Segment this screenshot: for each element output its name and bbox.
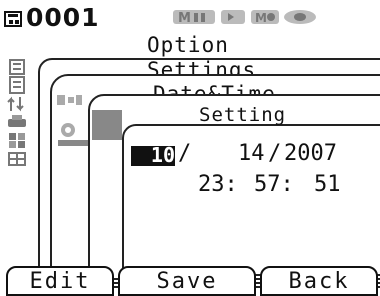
option-title: Option: [147, 33, 229, 57]
grid-icon: [6, 150, 28, 172]
time-separator: :: [280, 172, 294, 197]
file-number: 0001: [26, 3, 100, 32]
svg-text:M: M: [178, 11, 191, 26]
second-field[interactable]: 51: [314, 172, 341, 197]
svg-text:M: M: [255, 11, 267, 25]
time-separator: :: [224, 172, 238, 197]
light-source-icon: [220, 8, 246, 26]
year-field[interactable]: 2007: [284, 141, 337, 166]
settings-menu-icon: [56, 92, 86, 112]
hour-value: 23: [198, 172, 225, 197]
minute-field[interactable]: 57:: [254, 172, 294, 197]
month-field[interactable]: 10: [131, 143, 175, 167]
hour-field[interactable]: 23:: [198, 172, 238, 197]
status-bar: 0001 M M: [0, 0, 380, 32]
minute-value: 57: [254, 172, 281, 197]
setting-title: Setting: [199, 104, 287, 126]
battery-icon: [282, 8, 318, 26]
file-icon: [4, 11, 22, 27]
datetime-highlight: [92, 110, 122, 140]
mask-icon: M: [250, 8, 280, 26]
day-field[interactable]: 14: [238, 141, 265, 166]
settings-highlight: [58, 140, 88, 146]
date-separator: /: [268, 141, 282, 166]
measure-mode-icon: M: [172, 8, 216, 26]
date-separator: /: [178, 141, 192, 166]
